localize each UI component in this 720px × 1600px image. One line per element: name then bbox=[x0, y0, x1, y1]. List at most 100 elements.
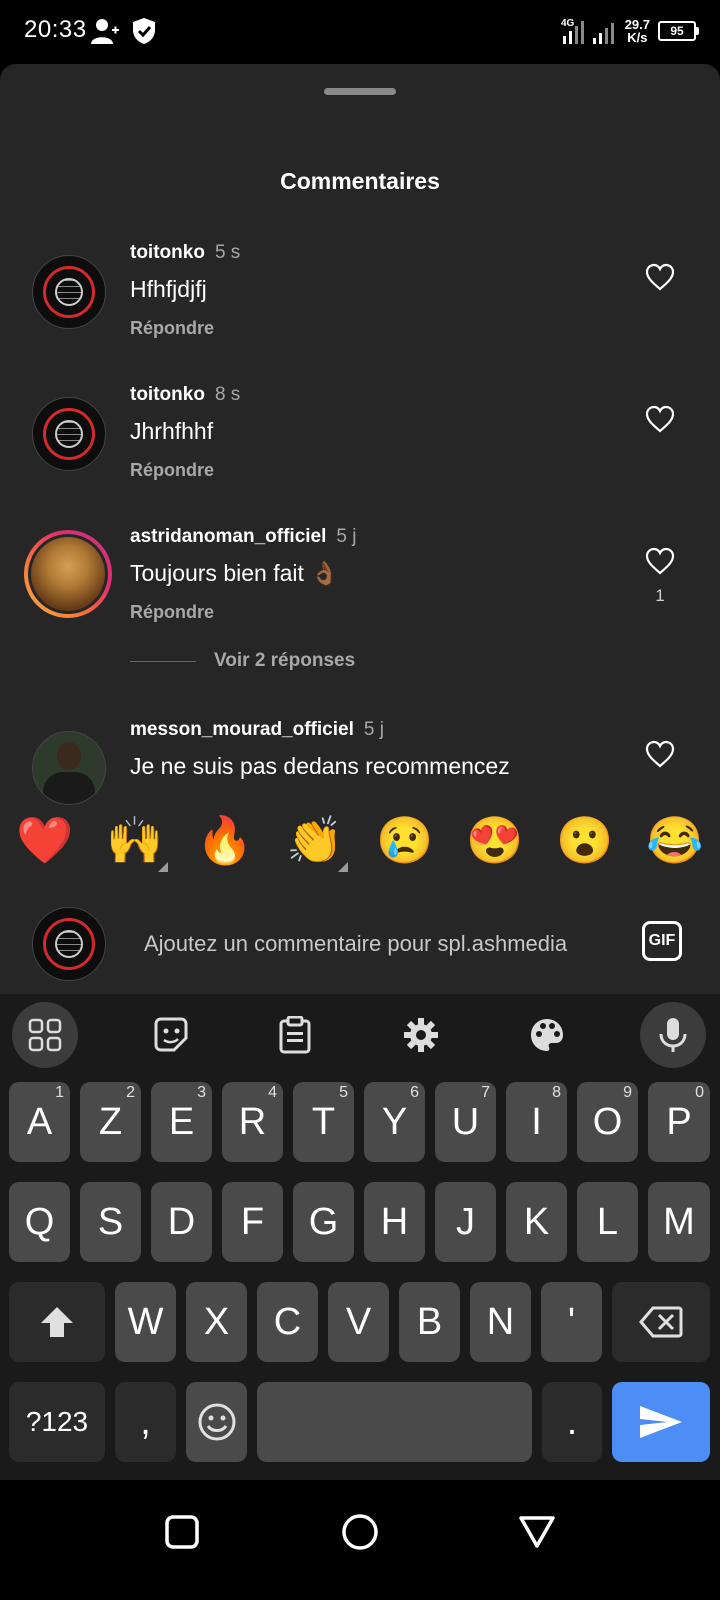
key-m[interactable]: M bbox=[648, 1182, 710, 1262]
status-right: 4G 29.7 K/s 95 bbox=[561, 14, 699, 48]
emoji-clap[interactable]: 👏 bbox=[280, 813, 350, 872]
key-t[interactable]: T5 bbox=[293, 1082, 354, 1162]
backspace-key[interactable] bbox=[612, 1282, 710, 1362]
like-heart-icon[interactable] bbox=[644, 404, 676, 434]
clipboard-icon[interactable] bbox=[262, 1002, 328, 1068]
send-key[interactable] bbox=[612, 1382, 710, 1462]
apps-grid-icon[interactable] bbox=[12, 1002, 78, 1068]
key-l[interactable]: L bbox=[577, 1182, 638, 1262]
battery-indicator: 95 bbox=[658, 21, 699, 41]
sheet-title: Commentaires bbox=[280, 168, 440, 194]
back-icon[interactable] bbox=[518, 1514, 556, 1550]
comment-text: Jhrhfhhf bbox=[130, 418, 214, 444]
key-x[interactable]: X bbox=[186, 1282, 247, 1362]
comments-sheet: Commentaires toitonko 5 s Hfhfjdjfj Répon… bbox=[0, 64, 720, 994]
comment-input-row: Ajoutez un commentaire pour spl.ashmedia… bbox=[0, 885, 720, 989]
drag-handle[interactable] bbox=[324, 88, 396, 95]
backspace-icon bbox=[639, 1306, 683, 1338]
emoji-crying[interactable]: 😢 bbox=[370, 813, 440, 868]
like-heart-icon[interactable] bbox=[644, 262, 676, 292]
emoji-fire[interactable]: 🔥 bbox=[190, 813, 260, 868]
comment-username[interactable]: astridanoman_officiel 5 j bbox=[130, 526, 356, 548]
own-avatar bbox=[32, 907, 106, 981]
avatar[interactable] bbox=[32, 397, 106, 471]
comment-text: Toujours bien fait 👌🏾 bbox=[130, 560, 339, 586]
key-n[interactable]: N bbox=[470, 1282, 531, 1362]
palette-icon[interactable] bbox=[514, 1002, 580, 1068]
comment-time: 5 j bbox=[363, 719, 384, 740]
emoji-laughing[interactable]: 😂 bbox=[640, 813, 710, 868]
view-replies[interactable]: Voir 2 réponses bbox=[130, 650, 355, 672]
comment-username[interactable]: messon_mourad_officiel 5 j bbox=[130, 719, 384, 741]
keyboard-toolbar bbox=[0, 994, 720, 1076]
emoji-quick-bar: ❤️ 🙌 🔥 👏 😢 😍 😮 😂 bbox=[0, 795, 720, 885]
comment-text: Hfhfjdjfj bbox=[130, 276, 207, 302]
comments-list[interactable]: toitonko 5 s Hfhfjdjfj Répondre toitonko 8… bbox=[0, 224, 720, 850]
reply-button[interactable]: Répondre bbox=[130, 460, 214, 481]
emoji-surprised[interactable]: 😮 bbox=[550, 813, 620, 868]
shield-check-icon bbox=[133, 18, 155, 44]
key-v[interactable]: V bbox=[328, 1282, 389, 1362]
key-a[interactable]: A1 bbox=[9, 1082, 70, 1162]
clock: 20:33 bbox=[24, 16, 87, 43]
period-key[interactable]: . bbox=[542, 1382, 602, 1462]
key-s[interactable]: S bbox=[80, 1182, 141, 1262]
like-count: 1 bbox=[655, 586, 665, 605]
comment-time: 5 j bbox=[336, 526, 357, 547]
network-speed: 29.7 K/s bbox=[624, 17, 650, 45]
emoji-heart[interactable]: ❤️ bbox=[10, 813, 80, 868]
space-key[interactable] bbox=[257, 1382, 532, 1462]
status-bar: 20:33 4G 29.7 K/s 95 bbox=[0, 0, 720, 64]
key-j[interactable]: J bbox=[435, 1182, 496, 1262]
comment-input[interactable]: Ajoutez un commentaire pour spl.ashmedia bbox=[144, 931, 567, 957]
key-f[interactable]: F bbox=[222, 1182, 283, 1262]
key-apostrophe[interactable]: ' bbox=[541, 1282, 602, 1362]
signal-icon: 4G bbox=[561, 18, 614, 44]
shift-key[interactable] bbox=[9, 1282, 105, 1362]
reply-button[interactable]: Répondre bbox=[130, 602, 214, 623]
key-p[interactable]: P0 bbox=[648, 1082, 710, 1162]
comma-key[interactable]: , bbox=[115, 1382, 176, 1462]
key-b[interactable]: B bbox=[399, 1282, 460, 1362]
comment-text: Je ne suis pas dedans recommencez bbox=[130, 753, 510, 779]
keyboard: A1 Z2 E3 R4 T5 Y6 U7 I8 O9 P0 Q S D F G … bbox=[0, 994, 720, 1480]
comment-username[interactable]: toitonko 8 s bbox=[130, 384, 240, 406]
emoji-heart-eyes[interactable]: 😍 bbox=[460, 813, 530, 868]
send-arrow-icon bbox=[640, 1406, 682, 1438]
microphone-icon[interactable] bbox=[640, 1002, 706, 1068]
emoji-key[interactable] bbox=[186, 1382, 247, 1462]
recent-apps-icon[interactable] bbox=[164, 1514, 200, 1550]
avatar-story-ring[interactable] bbox=[24, 530, 112, 618]
key-c[interactable]: C bbox=[257, 1282, 318, 1362]
like-heart-icon[interactable] bbox=[644, 739, 676, 769]
key-d[interactable]: D bbox=[151, 1182, 212, 1262]
key-r[interactable]: R4 bbox=[222, 1082, 283, 1162]
sticker-icon[interactable] bbox=[138, 1002, 204, 1068]
navigation-bar bbox=[0, 1480, 720, 1600]
key-q[interactable]: Q bbox=[9, 1182, 70, 1262]
emoji-raised-hands[interactable]: 🙌 bbox=[100, 813, 170, 872]
key-y[interactable]: Y6 bbox=[364, 1082, 425, 1162]
key-z[interactable]: Z2 bbox=[80, 1082, 141, 1162]
key-h[interactable]: H bbox=[364, 1182, 425, 1262]
gear-icon[interactable] bbox=[388, 1002, 454, 1068]
key-w[interactable]: W bbox=[115, 1282, 176, 1362]
shift-arrow-icon bbox=[41, 1307, 73, 1337]
avatar[interactable] bbox=[32, 255, 106, 329]
reply-button[interactable]: Répondre bbox=[130, 318, 214, 339]
smiley-icon bbox=[198, 1403, 235, 1441]
symbols-key[interactable]: ?123 bbox=[9, 1382, 105, 1462]
person-add-icon bbox=[91, 19, 119, 44]
key-o[interactable]: O9 bbox=[577, 1082, 638, 1162]
key-i[interactable]: I8 bbox=[506, 1082, 567, 1162]
gif-button[interactable]: GIF bbox=[642, 921, 682, 961]
key-u[interactable]: U7 bbox=[435, 1082, 496, 1162]
like-heart-icon[interactable] bbox=[644, 546, 676, 576]
comment-username[interactable]: toitonko 5 s bbox=[130, 242, 240, 264]
key-e[interactable]: E3 bbox=[151, 1082, 212, 1162]
key-g[interactable]: G bbox=[293, 1182, 354, 1262]
comment-time: 5 s bbox=[214, 242, 241, 263]
home-icon[interactable] bbox=[340, 1512, 380, 1552]
avatar[interactable] bbox=[32, 731, 106, 805]
key-k[interactable]: K bbox=[506, 1182, 567, 1262]
